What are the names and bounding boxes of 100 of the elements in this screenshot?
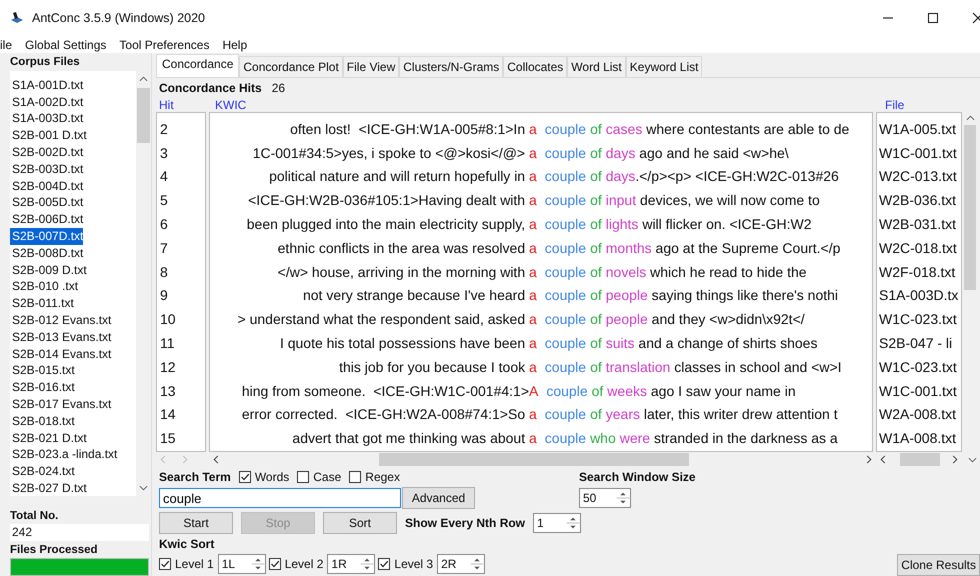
scrollbar-thumb[interactable] <box>137 88 150 143</box>
kwic-sort-label: Kwic Sort <box>159 537 216 551</box>
sort-word: a <box>529 406 537 422</box>
column-header[interactable]: File <box>882 98 904 112</box>
file-name: W2A-008.txt <box>879 406 956 422</box>
file-name: W1C-023.txt <box>879 358 957 375</box>
file-list-item[interactable]: S2B-023.a -linda.txt <box>10 446 118 464</box>
menu-item[interactable]: Tool Preferences <box>119 38 210 52</box>
file-list-item[interactable]: S2B-004D.txt <box>10 178 84 194</box>
right-context: devices, we will now come to <box>638 192 820 208</box>
checkbox-label: Words <box>254 470 290 484</box>
action-button[interactable]: Start <box>159 512 233 534</box>
sort-word: a <box>529 358 537 375</box>
sort-word: of <box>590 216 602 232</box>
window-size-label: Search Window Size <box>579 470 696 484</box>
file-list-item[interactable]: S2B-016.txt <box>10 379 75 396</box>
file-list-item[interactable]: S1A-002D.txt <box>10 94 84 110</box>
file-list-item[interactable]: S2B-009 D.txt <box>10 262 87 278</box>
sort-word: lights <box>606 216 638 232</box>
left-context: hing from someone. <ICE-GH:W1C-001#4:1> <box>242 382 529 399</box>
file-list-item[interactable]: S2B-014 Evans.txt <box>10 346 112 362</box>
checkbox[interactable] <box>159 558 171 570</box>
tab[interactable]: Word List <box>567 56 626 77</box>
sort-word: of <box>590 240 602 256</box>
scroll-down-icon[interactable] <box>968 456 977 462</box>
checkbox[interactable] <box>349 471 362 483</box>
search-term-label: Search Term <box>159 470 231 484</box>
scroll-up-icon[interactable] <box>139 76 148 82</box>
scroll-down-icon[interactable] <box>139 484 148 491</box>
search-field[interactable]: couple <box>159 488 401 508</box>
action-button[interactable]: Sort <box>323 512 397 534</box>
scroll-right-icon[interactable] <box>866 455 872 464</box>
scrollbar-thumb[interactable] <box>379 453 689 466</box>
menu-item[interactable]: Global Settings <box>25 38 106 52</box>
scroll-left-icon[interactable] <box>880 455 886 464</box>
menu-item[interactable]: Help <box>222 38 248 52</box>
file-list-item[interactable]: S2B-010 .txt <box>10 278 78 296</box>
checkbox[interactable] <box>378 558 390 570</box>
file-list-item[interactable]: S2B-012 Evans.txt <box>10 312 112 329</box>
right-context: saying things like there's nothi <box>650 287 838 304</box>
tab[interactable]: File View <box>342 56 400 77</box>
tab[interactable]: Collocates <box>503 56 568 77</box>
hit-number: 14 <box>160 406 176 422</box>
file-name: W1C-001.txt <box>879 144 957 161</box>
tab[interactable]: Concordance Plot <box>239 56 343 77</box>
sort-word: months <box>606 240 652 256</box>
search-term-word: couple <box>544 120 586 137</box>
file-list-item[interactable]: S2B-007D.txt <box>10 228 84 245</box>
file-list-item[interactable]: S1A-001D.txt <box>10 76 84 94</box>
file-list-item[interactable]: S2B-008D.txt <box>10 244 84 262</box>
file-list-item[interactable]: S2B-018.txt <box>10 412 75 430</box>
column-header[interactable]: KWIC <box>212 98 882 112</box>
hit-number: 10 <box>160 311 176 328</box>
scroll-left-icon[interactable] <box>213 455 219 464</box>
file-list-item[interactable]: S2B-002D.txt <box>10 144 84 161</box>
checkbox[interactable] <box>297 471 310 483</box>
scroll-right-icon[interactable] <box>952 455 958 464</box>
file-list-item[interactable]: S1A-003D.txt <box>10 110 84 128</box>
maximize-icon[interactable] <box>927 12 939 24</box>
window-title: AntConc 3.5.9 (Windows) 2020 <box>32 11 206 25</box>
checkbox[interactable] <box>268 558 281 570</box>
sort-word: cases <box>606 120 642 137</box>
file-list-item[interactable]: S2B-015.txt <box>10 362 75 380</box>
right-context: classes in school and <w>I <box>673 358 842 375</box>
sort-word: a <box>529 120 537 137</box>
file-list-item[interactable]: S2B-011.txt <box>10 295 74 312</box>
tab[interactable]: Clusters/N-Grams <box>399 56 504 77</box>
file-list-item[interactable]: S2B-006D.txt <box>10 211 84 228</box>
file-list-item[interactable]: S2B-027 D.txt <box>10 480 87 496</box>
advanced-button[interactable]: Advanced <box>402 487 475 509</box>
tab[interactable]: Keyword List <box>626 56 702 77</box>
checkbox-label: Level 1 <box>175 557 214 571</box>
file-name: W2C-018.txt <box>879 240 957 256</box>
clone-results-button[interactable]: Clone Results <box>897 554 980 576</box>
scrollbar-thumb[interactable] <box>964 125 976 290</box>
scroll-up-icon[interactable] <box>966 115 974 121</box>
file-list-item[interactable]: S2B-021 D.txt <box>10 430 87 446</box>
sort-word: of <box>592 382 604 399</box>
menu-item[interactable]: ile <box>0 38 12 52</box>
sort-word: a <box>529 430 537 446</box>
scrollbar-thumb[interactable] <box>900 453 940 466</box>
file-list-item[interactable]: S2B-001 D.txt <box>10 127 87 144</box>
search-term-word: couple <box>544 168 586 184</box>
sort-word: of <box>590 192 602 208</box>
left-context: often lost! <ICE-GH:W1A-005#8:1>In <box>290 120 526 137</box>
file-list-item[interactable]: S2B-013 Evans.txt <box>10 328 112 346</box>
file-name: W2B-036.txt <box>879 192 956 208</box>
right-context: and a change of shirts shoes <box>637 335 818 352</box>
checkbox-label: Case <box>313 470 342 484</box>
hits-label: Concordance Hits <box>159 81 262 95</box>
file-list-item[interactable]: S2B-005D.txt <box>10 194 84 212</box>
tab[interactable]: Concordance <box>156 54 240 77</box>
file-list-item[interactable]: S2B-017 Evans.txt <box>10 396 112 413</box>
total-label: Total No. <box>10 510 60 524</box>
file-list-item[interactable]: S2B-024.txt <box>10 463 75 480</box>
sort-word: of <box>590 335 602 352</box>
column-header[interactable]: Hit <box>156 98 212 112</box>
file-list-item[interactable]: S2B-003D.txt <box>10 160 84 178</box>
checkbox[interactable] <box>238 471 251 483</box>
sort-word: a <box>529 240 537 256</box>
